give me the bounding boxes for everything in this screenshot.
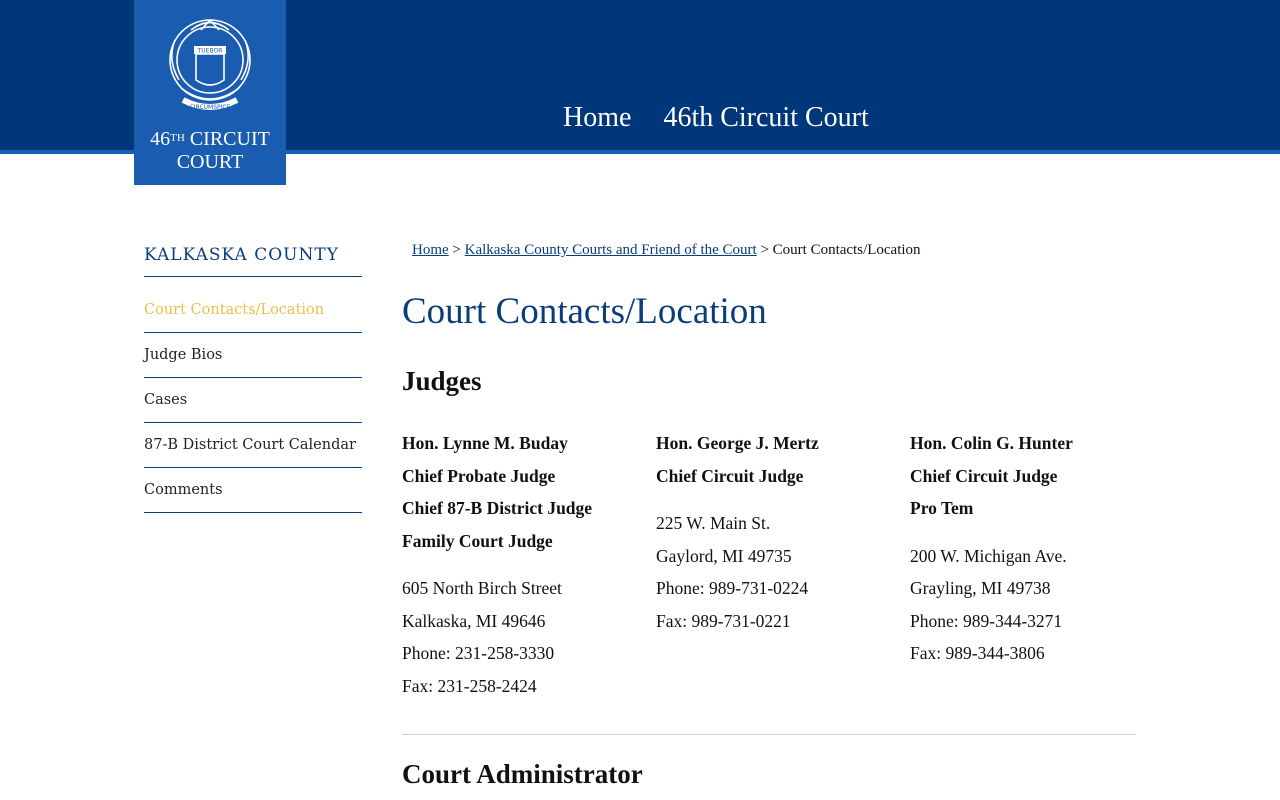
svg-text:TUEBOR: TUEBOR [197, 48, 223, 55]
judge-title: Chief 87-B District Judge [402, 498, 593, 518]
breadcrumb: Home > Kalkaska County Courts and Friend… [412, 242, 921, 259]
sidebar-item-district-calendar[interactable]: 87-B District Court Calendar [144, 423, 362, 468]
judge-address: Grayling, MI 49738 [910, 578, 1051, 598]
sidebar-title: KALKASKA COUNTY [144, 245, 362, 277]
sidebar-item-judge-bios[interactable]: Judge Bios [144, 333, 362, 378]
judges-heading: Judges [402, 366, 482, 396]
top-nav: Home 46th Circuit Court [563, 102, 897, 134]
section-divider [402, 734, 1136, 735]
judge-card: Hon. Colin G. Hunter Chief Circuit Judge… [910, 428, 1160, 671]
judge-address: Gaylord, MI 49735 [656, 545, 792, 566]
breadcrumb-parent[interactable]: Kalkaska County Courts and Friend of the… [465, 242, 757, 258]
judge-name: Hon. Lynne M. Buday [402, 433, 568, 453]
judge-title: Pro Tem [910, 498, 974, 518]
judge-name: Hon. Colin G. Hunter [910, 433, 1073, 453]
sidebar-item-court-contacts[interactable]: Court Contacts/Location [144, 288, 362, 333]
judge-fax: Fax: 989-731-0221 [656, 610, 791, 631]
sidebar-menu: Court Contacts/Location Judge Bios Cases… [144, 288, 362, 513]
judge-title: Chief Circuit Judge [910, 465, 1058, 486]
judge-title: Family Court Judge [402, 530, 553, 551]
judge-fax: Fax: 989-344-3806 [910, 643, 1045, 663]
sidebar-item-comments[interactable]: Comments [144, 468, 362, 513]
breadcrumb-separator: > [448, 242, 465, 258]
sidebar-item-cases[interactable]: Cases [144, 378, 362, 423]
judge-phone: Phone: 989-731-0224 [656, 578, 809, 598]
breadcrumb-home[interactable]: Home [412, 242, 449, 258]
svg-text:CIRCUMSPICE: CIRCUMSPICE [190, 104, 231, 111]
judge-address: 225 W. Main St. [656, 513, 771, 533]
sidebar: KALKASKA COUNTY Court Contacts/Location … [144, 245, 362, 513]
michigan-seal-icon: TUEBOR CIRCUMSPICE [169, 18, 251, 111]
judge-title: Chief Circuit Judge [656, 465, 804, 486]
nav-home[interactable]: Home [563, 102, 631, 133]
judge-address: Kalkaska, MI 49646 [402, 610, 546, 631]
judge-phone: Phone: 989-344-3271 [910, 610, 1063, 631]
breadcrumb-current: Court Contacts/Location [772, 242, 921, 258]
judge-card: Hon. George J. Mertz Chief Circuit Judge… [656, 428, 906, 638]
nav-46th-circuit-court[interactable]: 46th Circuit Court [663, 102, 868, 133]
judge-title: Chief Probate Judge [402, 465, 556, 486]
judge-card: Hon. Lynne M. Buday Chief Probate Judge … [402, 428, 652, 703]
page-title: Court Contacts/Location [402, 291, 767, 332]
judge-address: 200 W. Michigan Ave. [910, 545, 1067, 566]
breadcrumb-separator: > [756, 242, 773, 258]
site-logo[interactable]: TUEBOR CIRCUMSPICE 46TH CIRCUIT COURT [134, 0, 286, 185]
judge-name: Hon. George J. Mertz [656, 433, 819, 453]
judge-phone: Phone: 231-258-3330 [402, 643, 555, 663]
judge-address: 605 North Birch Street [402, 578, 562, 598]
judge-fax: Fax: 231-258-2424 [402, 675, 537, 696]
logo-text: 46TH CIRCUIT COURT [150, 128, 270, 173]
court-administrator-heading: Court Administrator [402, 759, 643, 789]
